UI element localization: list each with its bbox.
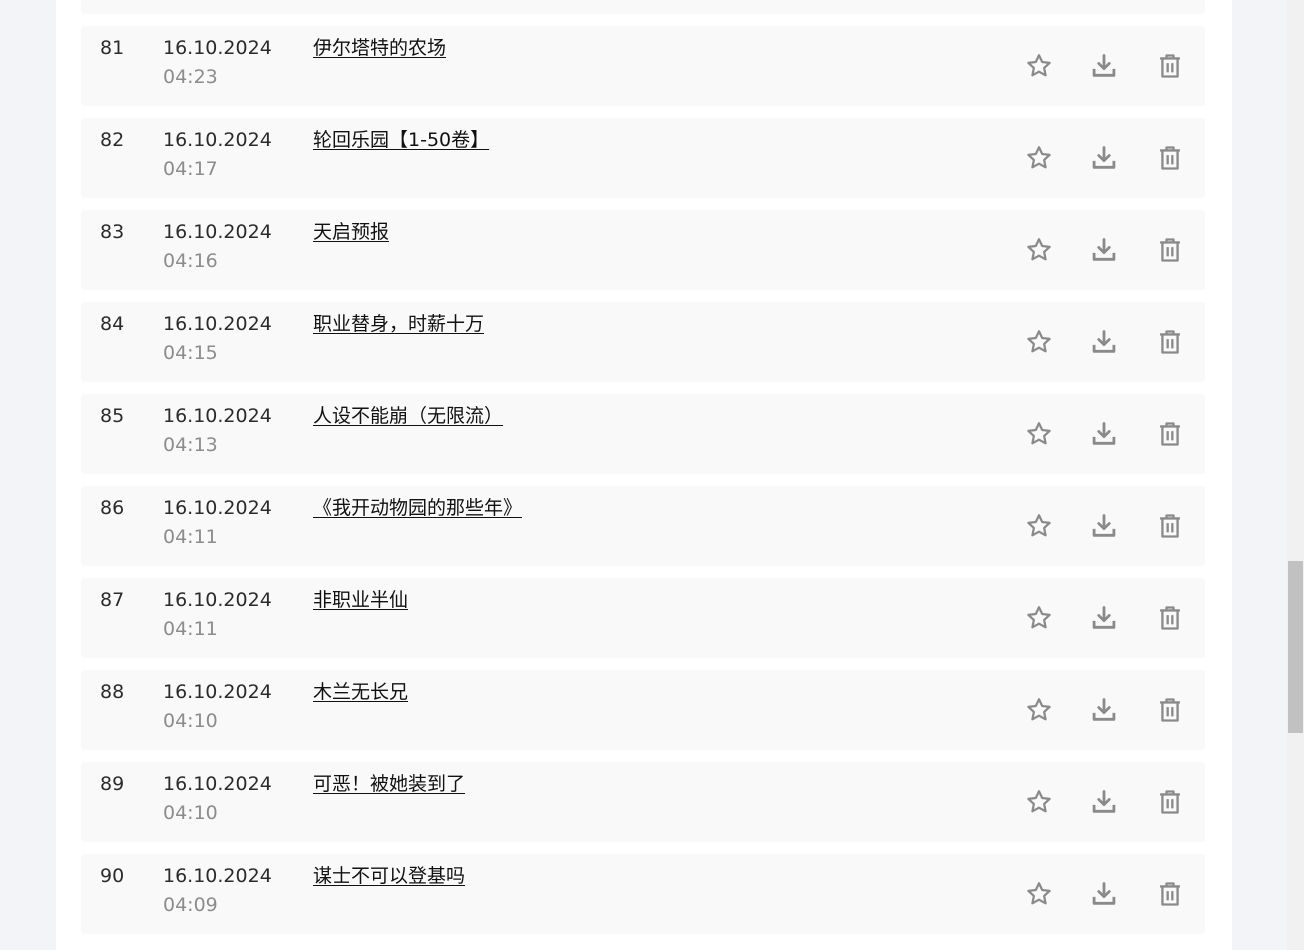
table-row: 85 16.10.2024 04:13 人设不能崩（无限流） [81,394,1205,474]
download-icon[interactable] [1089,603,1119,633]
row-date: 16.10.2024 [163,865,272,887]
star-icon[interactable] [1024,235,1054,265]
row-title-link[interactable]: 木兰无长兄 [313,680,408,704]
star-icon[interactable] [1024,695,1054,725]
download-icon[interactable] [1089,143,1119,173]
row-title-link[interactable]: 《我开动物园的那些年》 [313,496,522,520]
table-row-partial [81,0,1205,14]
star-icon[interactable] [1024,327,1054,357]
row-time: 04:11 [163,618,218,640]
row-number: 83 [100,221,125,243]
delete-icon[interactable] [1155,511,1185,541]
table-row: 82 16.10.2024 04:17 轮回乐园【1-50卷】 [81,118,1205,198]
delete-icon[interactable] [1155,603,1185,633]
row-date: 16.10.2024 [163,37,272,59]
row-date: 16.10.2024 [163,129,272,151]
delete-icon[interactable] [1155,327,1185,357]
download-icon[interactable] [1089,419,1119,449]
download-icon[interactable] [1089,879,1119,909]
download-icon[interactable] [1089,327,1119,357]
delete-icon[interactable] [1155,419,1185,449]
download-icon[interactable] [1089,787,1119,817]
row-title-link[interactable]: 轮回乐园【1-50卷】 [313,128,489,152]
row-date: 16.10.2024 [163,497,272,519]
row-date: 16.10.2024 [163,221,272,243]
table-row: 87 16.10.2024 04:11 非职业半仙 [81,578,1205,658]
delete-icon[interactable] [1155,143,1185,173]
row-date: 16.10.2024 [163,681,272,703]
row-time: 04:13 [163,434,218,456]
star-icon[interactable] [1024,787,1054,817]
row-date: 16.10.2024 [163,405,272,427]
table-row: 81 16.10.2024 04:23 伊尔塔特的农场 [81,26,1205,106]
page: 81 16.10.2024 04:23 伊尔塔特的农场 82 16.10.202… [0,0,1306,950]
row-number: 87 [100,589,125,611]
delete-icon[interactable] [1155,235,1185,265]
row-number: 84 [100,313,125,335]
table-row: 84 16.10.2024 04:15 职业替身，时薪十万 [81,302,1205,382]
download-icon[interactable] [1089,235,1119,265]
delete-icon[interactable] [1155,695,1185,725]
row-number: 81 [100,37,125,59]
row-time: 04:16 [163,250,218,272]
star-icon[interactable] [1024,143,1054,173]
row-title-link[interactable]: 伊尔塔特的农场 [313,36,446,60]
download-icon[interactable] [1089,511,1119,541]
delete-icon[interactable] [1155,787,1185,817]
row-number: 82 [100,129,125,151]
star-icon[interactable] [1024,419,1054,449]
row-title-link[interactable]: 非职业半仙 [313,588,408,612]
row-time: 04:17 [163,158,218,180]
scrollbar-thumb[interactable] [1288,561,1303,733]
row-time: 04:10 [163,710,218,732]
row-number: 88 [100,681,125,703]
row-date: 16.10.2024 [163,313,272,335]
row-time: 04:23 [163,66,218,88]
row-date: 16.10.2024 [163,589,272,611]
scrollbar-track[interactable] [1287,0,1304,950]
table-row: 89 16.10.2024 04:10 可恶！被她装到了 [81,762,1205,842]
row-number: 89 [100,773,125,795]
delete-icon[interactable] [1155,51,1185,81]
row-date: 16.10.2024 [163,773,272,795]
star-icon[interactable] [1024,51,1054,81]
row-title-link[interactable]: 职业替身，时薪十万 [313,312,484,336]
row-time: 04:09 [163,894,218,916]
star-icon[interactable] [1024,879,1054,909]
download-icon[interactable] [1089,695,1119,725]
table-row: 83 16.10.2024 04:16 天启预报 [81,210,1205,290]
row-title-link[interactable]: 天启预报 [313,220,389,244]
delete-icon[interactable] [1155,879,1185,909]
star-icon[interactable] [1024,603,1054,633]
table-row: 90 16.10.2024 04:09 谋士不可以登基吗 [81,854,1205,934]
table-row: 88 16.10.2024 04:10 木兰无长兄 [81,670,1205,750]
row-number: 90 [100,865,125,887]
row-time: 04:15 [163,342,218,364]
row-title-link[interactable]: 人设不能崩（无限流） [313,404,503,428]
row-title-link[interactable]: 谋士不可以登基吗 [313,864,465,888]
row-time: 04:11 [163,526,218,548]
row-time: 04:10 [163,802,218,824]
row-title-link[interactable]: 可恶！被她装到了 [313,772,465,796]
row-number: 85 [100,405,125,427]
row-number: 86 [100,497,125,519]
table-row: 86 16.10.2024 04:11 《我开动物园的那些年》 [81,486,1205,566]
star-icon[interactable] [1024,511,1054,541]
download-icon[interactable] [1089,51,1119,81]
